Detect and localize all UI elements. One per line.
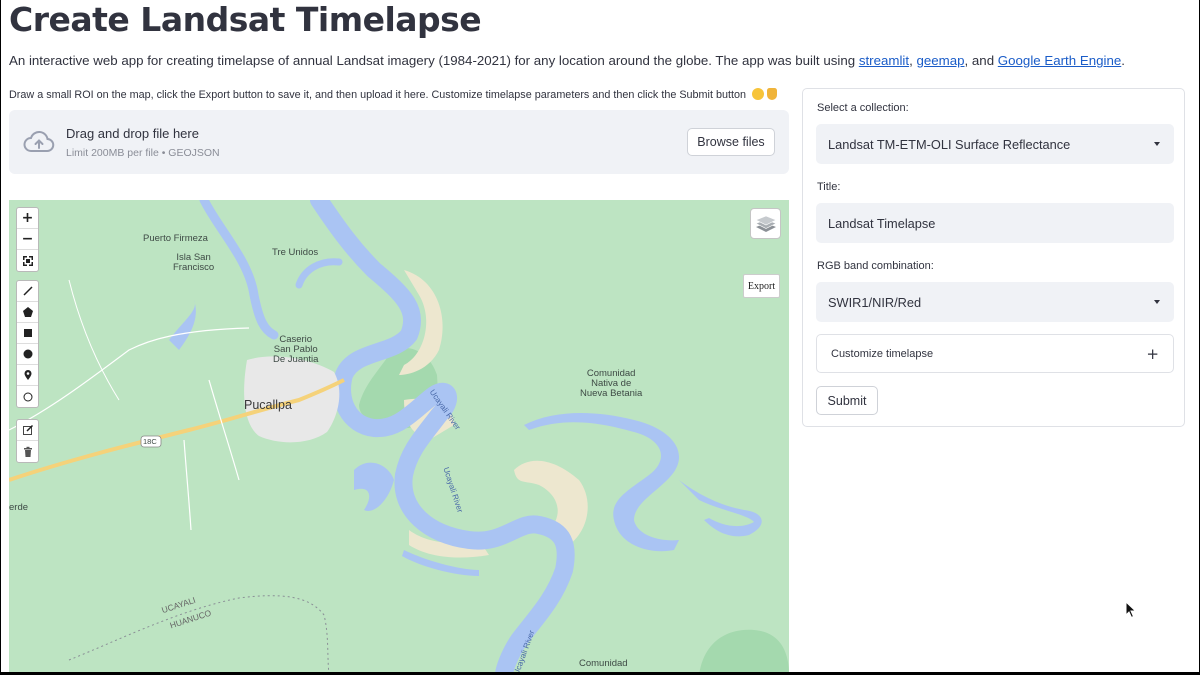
browse-files-button[interactable]: Browse files: [687, 128, 775, 156]
zoom-in-button[interactable]: +: [17, 208, 38, 229]
map-label-caserio: Caserio San Pablo De Juantia: [273, 334, 319, 365]
circle-marker-icon: [23, 392, 32, 401]
link-streamlit[interactable]: streamlit: [859, 53, 909, 68]
rectangle-icon: [23, 329, 32, 337]
export-button[interactable]: Export: [743, 274, 780, 298]
link-google-earth-engine[interactable]: Google Earth Engine: [998, 53, 1121, 68]
rgb-value: SWIR1/NIR/Red: [828, 294, 922, 310]
map-label-verde: erde: [9, 502, 29, 513]
title-input[interactable]: Landsat Timelapse: [816, 203, 1174, 243]
circle-icon: [23, 349, 32, 359]
delete-layers-button[interactable]: [17, 441, 38, 462]
draw-rectangle-button[interactable]: [17, 323, 38, 344]
collection-label: Select a collection:: [817, 102, 909, 114]
intro-suffix: .: [1121, 53, 1125, 68]
draw-marker-button[interactable]: [17, 365, 38, 386]
edit-layers-button[interactable]: [17, 420, 38, 441]
intro-prefix: An interactive web app for creating time…: [9, 53, 859, 68]
polyline-icon: [22, 286, 33, 296]
chevron-down-icon: [1154, 300, 1160, 304]
plus-icon: +: [1146, 345, 1159, 363]
title-label: Title:: [817, 181, 841, 193]
fullscreen-icon: [22, 255, 33, 266]
smiling-face-icon: [751, 88, 764, 100]
draw-polygon-button[interactable]: [17, 302, 38, 323]
map-label-isla-san-francisco: Isla San Francisco: [173, 252, 215, 273]
intro-text: An interactive web app for creating time…: [9, 53, 1125, 68]
settings-panel: Select a collection: Landsat TM-ETM-OLI …: [802, 88, 1185, 427]
map-label-road-18c: 18C: [143, 437, 157, 446]
draw-circle-marker-button[interactable]: [17, 386, 38, 407]
rgb-select[interactable]: SWIR1/NIR/Red: [816, 282, 1174, 322]
layers-icon: [754, 215, 777, 232]
polygon-icon: [22, 307, 33, 317]
instructions-label: Draw a small ROI on the map, click the E…: [9, 89, 746, 101]
map-basemap: [9, 200, 789, 672]
collection-value: Landsat TM-ETM-OLI Surface Reflectance: [828, 136, 1071, 152]
map-view[interactable]: Puerto Firmeza Isla San Francisco Tre Un…: [9, 200, 789, 672]
draw-circle-button[interactable]: [17, 344, 38, 365]
uploader-title: Drag and drop file here: [66, 126, 199, 141]
collection-select[interactable]: Landsat TM-ETM-OLI Surface Reflectance: [816, 124, 1174, 164]
pointing-down-icon: [766, 88, 777, 100]
draw-polyline-button[interactable]: [17, 281, 38, 302]
customize-timelapse-expander[interactable]: Customize timelapse +: [816, 334, 1174, 373]
uploader-limit: Limit 200MB per file • GEOJSON: [66, 147, 220, 159]
map-label-puerto-firmeza: Puerto Firmeza: [143, 233, 208, 244]
edit-icon: [22, 424, 33, 435]
layer-control-button[interactable]: [750, 208, 781, 239]
trash-icon: [23, 446, 32, 457]
title-value: Landsat Timelapse: [828, 215, 936, 231]
mouse-cursor-icon: [1125, 601, 1137, 619]
fullscreen-button[interactable]: [17, 250, 38, 271]
file-uploader-dropzone[interactable]: Drag and drop file here Limit 200MB per …: [9, 110, 789, 174]
cloud-upload-icon: [23, 130, 55, 152]
draw-toolbar: [16, 280, 39, 408]
submit-button[interactable]: Submit: [816, 386, 878, 415]
edit-toolbar: [16, 419, 39, 463]
marker-icon: [24, 370, 31, 380]
app-page: Create Landsat Timelapse An interactive …: [1, 0, 1199, 673]
chevron-down-icon: [1154, 142, 1160, 146]
map-label-tre-unidos: Tre Unidos: [272, 247, 319, 258]
map-label-comunidad-nativa: Comunidad Nativa de Nueva Betania: [580, 368, 643, 399]
map-label-pucallpa: Pucallpa: [244, 398, 292, 412]
map-label-comunidad-bottom: Comunidad: [579, 658, 628, 669]
rgb-label: RGB band combination:: [817, 260, 934, 272]
intro-separator-2: , and: [964, 53, 998, 68]
zoom-out-button[interactable]: −: [17, 229, 38, 250]
instructions-text: Draw a small ROI on the map, click the E…: [9, 88, 777, 101]
zoom-controls: + −: [16, 207, 39, 272]
page-title: Create Landsat Timelapse: [9, 0, 482, 39]
customize-label: Customize timelapse: [831, 347, 934, 360]
link-geemap[interactable]: geemap: [916, 53, 964, 68]
